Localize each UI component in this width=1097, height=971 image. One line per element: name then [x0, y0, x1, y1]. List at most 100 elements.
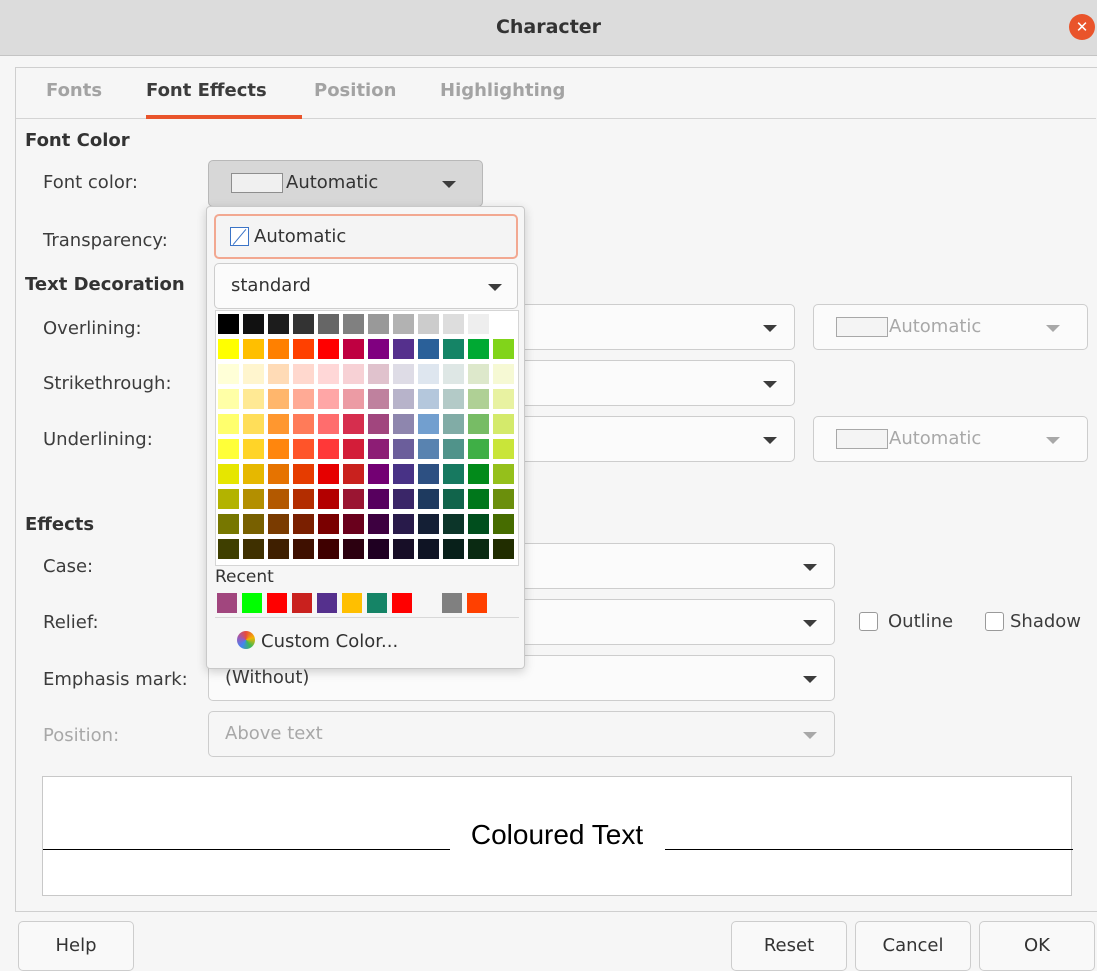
recent-color-swatch[interactable] [242, 593, 262, 613]
color-swatch[interactable] [268, 489, 289, 509]
color-swatch[interactable] [318, 514, 339, 534]
color-swatch[interactable] [268, 539, 289, 559]
color-swatch[interactable] [393, 339, 414, 359]
color-swatch[interactable] [443, 514, 464, 534]
color-swatch[interactable] [443, 314, 464, 334]
automatic-color-button[interactable]: Automatic [214, 214, 518, 259]
color-swatch[interactable] [318, 464, 339, 484]
ok-button[interactable]: OK [979, 921, 1095, 971]
color-swatch[interactable] [468, 364, 489, 384]
color-swatch[interactable] [243, 414, 264, 434]
color-swatch[interactable] [468, 339, 489, 359]
color-swatch[interactable] [318, 439, 339, 459]
color-swatch[interactable] [243, 339, 264, 359]
color-swatch[interactable] [268, 389, 289, 409]
color-swatch[interactable] [468, 389, 489, 409]
tab-fonts[interactable]: Fonts [46, 80, 102, 101]
color-swatch[interactable] [368, 414, 389, 434]
color-swatch[interactable] [293, 464, 314, 484]
color-swatch[interactable] [368, 364, 389, 384]
color-swatch[interactable] [318, 314, 339, 334]
color-swatch[interactable] [393, 489, 414, 509]
color-swatch[interactable] [418, 514, 439, 534]
color-swatch[interactable] [368, 464, 389, 484]
color-swatch[interactable] [218, 464, 239, 484]
color-swatch[interactable] [218, 339, 239, 359]
color-swatch[interactable] [418, 539, 439, 559]
color-swatch[interactable] [418, 439, 439, 459]
color-swatch[interactable] [243, 439, 264, 459]
color-swatch[interactable] [418, 364, 439, 384]
color-swatch[interactable] [343, 514, 364, 534]
recent-color-swatch[interactable] [417, 593, 437, 613]
color-swatch[interactable] [418, 489, 439, 509]
color-swatch[interactable] [368, 489, 389, 509]
color-swatch[interactable] [343, 414, 364, 434]
color-swatch[interactable] [343, 339, 364, 359]
color-swatch[interactable] [393, 464, 414, 484]
font-color-button[interactable]: Automatic [208, 160, 483, 207]
color-swatch[interactable] [293, 489, 314, 509]
color-swatch[interactable] [343, 464, 364, 484]
color-swatch[interactable] [468, 539, 489, 559]
color-swatch[interactable] [293, 314, 314, 334]
color-swatch[interactable] [368, 439, 389, 459]
color-swatch[interactable] [418, 389, 439, 409]
color-swatch[interactable] [418, 314, 439, 334]
recent-color-swatch[interactable] [367, 593, 387, 613]
color-swatch[interactable] [493, 514, 514, 534]
color-swatch[interactable] [393, 364, 414, 384]
help-button[interactable]: Help [18, 921, 134, 971]
color-swatch[interactable] [418, 414, 439, 434]
shadow-checkbox[interactable] [985, 612, 1004, 631]
color-swatch[interactable] [343, 364, 364, 384]
recent-color-swatch[interactable] [317, 593, 337, 613]
color-swatch[interactable] [268, 414, 289, 434]
color-swatch[interactable] [443, 464, 464, 484]
tab-position[interactable]: Position [314, 80, 396, 101]
underline-color-dropdown[interactable]: Automatic [813, 416, 1088, 462]
color-swatch[interactable] [393, 514, 414, 534]
color-swatch[interactable] [218, 539, 239, 559]
color-swatch[interactable] [318, 414, 339, 434]
recent-color-swatch[interactable] [467, 593, 487, 613]
color-swatch[interactable] [318, 364, 339, 384]
color-swatch[interactable] [243, 489, 264, 509]
color-swatch[interactable] [268, 464, 289, 484]
color-swatch[interactable] [393, 414, 414, 434]
color-swatch[interactable] [218, 414, 239, 434]
color-swatch[interactable] [468, 414, 489, 434]
custom-color-button[interactable]: Custom Color... [215, 622, 519, 664]
palette-dropdown[interactable]: standard [214, 263, 518, 309]
color-swatch[interactable] [368, 539, 389, 559]
color-swatch[interactable] [218, 439, 239, 459]
color-swatch[interactable] [443, 439, 464, 459]
color-swatch[interactable] [343, 489, 364, 509]
color-swatch[interactable] [393, 539, 414, 559]
color-swatch[interactable] [218, 314, 239, 334]
color-swatch[interactable] [443, 364, 464, 384]
color-swatch[interactable] [218, 514, 239, 534]
color-swatch[interactable] [368, 514, 389, 534]
color-swatch[interactable] [293, 414, 314, 434]
color-swatch[interactable] [418, 339, 439, 359]
cancel-button[interactable]: Cancel [855, 921, 971, 971]
color-swatch[interactable] [393, 389, 414, 409]
color-swatch[interactable] [368, 314, 389, 334]
color-swatch[interactable] [343, 539, 364, 559]
color-swatch[interactable] [243, 364, 264, 384]
color-swatch[interactable] [493, 389, 514, 409]
recent-color-swatch[interactable] [292, 593, 312, 613]
color-swatch[interactable] [493, 439, 514, 459]
color-swatch[interactable] [218, 364, 239, 384]
color-swatch[interactable] [268, 439, 289, 459]
outline-checkbox[interactable] [859, 612, 878, 631]
tab-font-effects[interactable]: Font Effects [146, 80, 267, 101]
color-swatch[interactable] [468, 514, 489, 534]
recent-color-swatch[interactable] [442, 593, 462, 613]
color-swatch[interactable] [293, 364, 314, 384]
color-swatch[interactable] [243, 314, 264, 334]
position-dropdown[interactable]: Above text [208, 711, 835, 757]
close-button[interactable]: ✕ [1069, 14, 1095, 40]
color-swatch[interactable] [493, 414, 514, 434]
